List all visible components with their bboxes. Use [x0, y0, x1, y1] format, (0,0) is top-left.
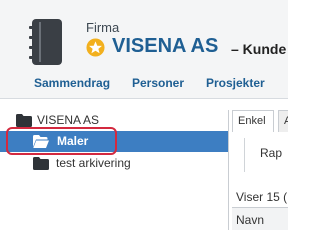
nav-item-personer[interactable]: Personer — [132, 76, 184, 90]
column-header-label: Navn — [236, 213, 265, 227]
tree-item-test-arkivering[interactable]: test arkivering — [0, 154, 228, 174]
tab-advanced[interactable]: A — [278, 110, 288, 132]
toolbar-divider — [244, 138, 245, 172]
result-count-text: Viser 15 ( — [236, 190, 288, 204]
main-navigation: Sammendrag Personer Prosjekter — [0, 70, 288, 98]
rapport-button[interactable]: Rap — [260, 146, 282, 160]
folder-icon — [33, 157, 49, 170]
company-type-label: Firma — [86, 20, 120, 35]
tree-root-label: VISENA AS — [37, 113, 100, 127]
company-name: VISENA AS — [112, 35, 219, 57]
folder-icon — [16, 114, 32, 127]
column-header-navn[interactable]: Navn — [232, 207, 288, 230]
nav-item-sammendrag[interactable]: Sammendrag — [34, 76, 110, 90]
nav-item-prosjekter[interactable]: Prosjekter — [206, 76, 265, 90]
tree-item-label: test arkivering — [56, 156, 131, 170]
star-icon[interactable] — [86, 38, 105, 57]
notebook-icon — [29, 19, 62, 65]
company-relation-label: – Kunde ( — [231, 41, 288, 57]
app-window: Firma VISENA AS – Kunde ( Sammendrag Per… — [0, 0, 288, 230]
tab-enkel[interactable]: Enkel — [232, 110, 274, 132]
selection-highlight — [6, 127, 117, 155]
header: Firma VISENA AS – Kunde ( Sammendrag Per… — [0, 0, 288, 99]
